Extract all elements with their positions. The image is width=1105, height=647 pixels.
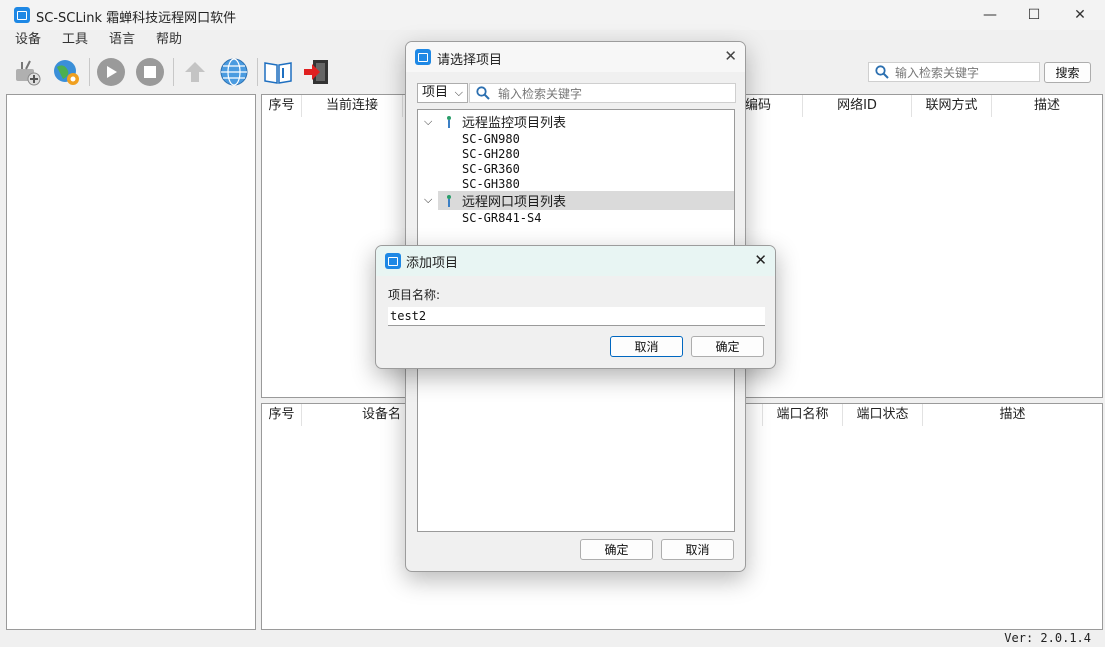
search-input[interactable]: 输入检索关键字 (868, 62, 1040, 82)
menu-language[interactable]: 语言 (102, 30, 142, 50)
project-group-icon (444, 115, 454, 129)
select-ok-button[interactable]: 确定 (580, 539, 653, 560)
col-description[interactable]: 描述 (992, 95, 1102, 117)
col-description[interactable]: 描述 (923, 404, 1102, 426)
tree-item[interactable]: SC-GR841-S4 (462, 211, 541, 226)
select-dialog-title: 请选择项目 (437, 53, 503, 68)
close-button[interactable]: ✕ (1057, 0, 1103, 30)
start-icon[interactable] (95, 56, 127, 88)
minimize-button[interactable]: — (967, 0, 1013, 30)
dialog-search-placeholder: 输入检索关键字 (498, 86, 583, 101)
project-name-input[interactable] (388, 307, 765, 326)
select-cancel-button[interactable]: 取消 (661, 539, 734, 560)
chevron-down-icon: ⌵ (454, 86, 463, 99)
add-dialog-title-bar: 添加项目 ✕ (376, 246, 775, 276)
maximize-button[interactable]: ☐ (1011, 0, 1057, 30)
close-icon[interactable]: ✕ (754, 251, 767, 269)
globe-icon[interactable] (218, 56, 250, 88)
project-name-label: 项目名称: (388, 288, 441, 302)
search-icon (875, 65, 889, 79)
stop-icon[interactable] (134, 56, 166, 88)
menu-tools[interactable]: 工具 (55, 30, 95, 50)
tree-group-network[interactable]: 远程网口项目列表 (438, 191, 734, 210)
col-index[interactable]: 序号 (262, 95, 302, 117)
search-icon (476, 86, 490, 100)
network-settings-icon[interactable] (50, 56, 82, 88)
select-dialog-title-bar: 请选择项目 ✕ (406, 42, 745, 72)
expand-icon[interactable]: ⌵ (424, 115, 432, 129)
tree-item[interactable]: SC-GH280 (462, 147, 520, 162)
tree-item[interactable]: SC-GH380 (462, 177, 520, 192)
col-network-mode[interactable]: 联网方式 (912, 95, 992, 117)
dialog-search-input[interactable]: 输入检索关键字 (469, 83, 736, 103)
search-placeholder: 输入检索关键字 (895, 65, 980, 80)
menu-help[interactable]: 帮助 (149, 30, 189, 50)
menu-device[interactable]: 设备 (8, 30, 48, 50)
search-button[interactable]: 搜索 (1044, 62, 1091, 83)
col-network-id[interactable]: 网络ID (803, 95, 912, 117)
version-label: Ver: 2.0.1.4 (1004, 631, 1091, 645)
tree-item[interactable]: SC-GN980 (462, 132, 520, 147)
add-cancel-button[interactable]: 取消 (610, 336, 683, 357)
app-icon (415, 49, 431, 65)
close-icon[interactable]: ✕ (724, 47, 737, 65)
project-group-icon (444, 194, 454, 208)
window-title: SC-SCLink 霜蝉科技远程网口软件 (36, 11, 237, 26)
add-ok-button[interactable]: 确定 (691, 336, 764, 357)
device-tree-panel[interactable] (6, 94, 256, 630)
exit-icon[interactable] (300, 56, 332, 88)
col-index[interactable]: 序号 (262, 404, 302, 426)
app-icon (14, 7, 30, 23)
col-current-connection[interactable]: 当前连接 (302, 95, 403, 117)
tree-group-monitor[interactable]: ⌵ 远程监控项目列表 (418, 112, 734, 132)
filter-select[interactable]: 项目 ⌵ (417, 83, 468, 103)
tree-group-label: 远程监控项目列表 (462, 116, 567, 131)
add-dialog-title: 添加项目 (406, 256, 459, 271)
add-project-dialog: 添加项目 ✕ 项目名称: 取消 确定 (375, 245, 776, 369)
col-code[interactable]: 编码 (743, 95, 803, 117)
status-bar: Ver: 2.0.1.4 (0, 630, 1105, 647)
upload-icon[interactable] (179, 56, 211, 88)
app-icon (385, 253, 401, 269)
tree-item[interactable]: SC-GR360 (462, 162, 520, 177)
manual-icon[interactable] (262, 56, 294, 88)
title-bar: SC-SCLink 霜蝉科技远程网口软件 — ☐ ✕ (0, 0, 1105, 30)
col-port-name[interactable]: 端口名称 (763, 404, 843, 426)
tree-group-label: 远程网口项目列表 (462, 195, 567, 210)
filter-value: 项目 (422, 85, 449, 100)
col-port-status[interactable]: 端口状态 (843, 404, 923, 426)
expand-icon[interactable]: ⌵ (424, 193, 432, 207)
add-device-icon[interactable] (11, 56, 43, 88)
